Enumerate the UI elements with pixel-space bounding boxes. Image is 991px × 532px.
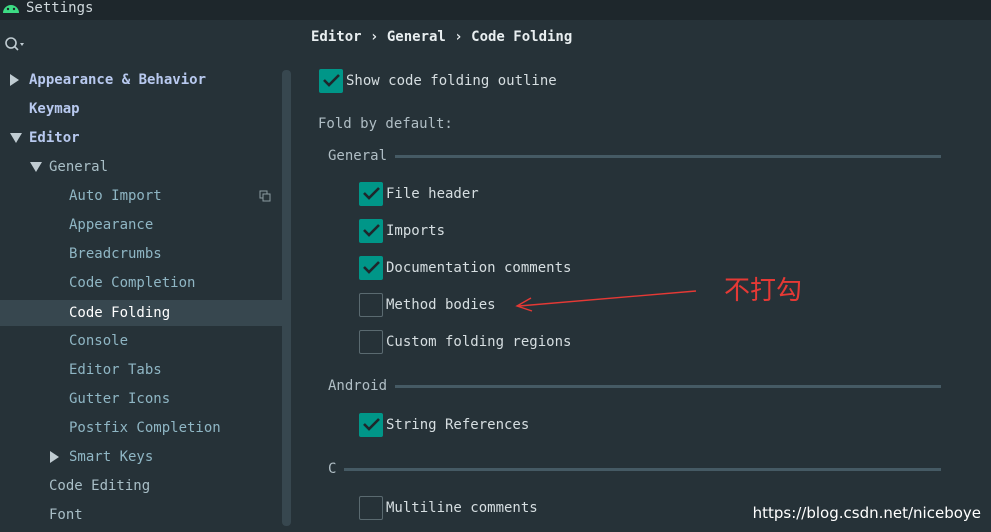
sidebar-item-code-editing[interactable]: Code Editing <box>0 473 291 499</box>
search-icon[interactable] <box>4 36 26 56</box>
sidebar-item-label: Console <box>69 333 129 349</box>
sidebar-item-label: Code Folding <box>69 305 171 321</box>
sidebar-item-console[interactable]: Console <box>0 328 291 354</box>
sidebar-item-appearance[interactable]: Appearance <box>0 212 291 238</box>
window-title: Settings <box>26 0 94 16</box>
sidebar-item-code-completion[interactable]: Code Completion <box>0 270 291 296</box>
sidebar-item-label: Auto Import <box>69 188 162 204</box>
sidebar-item-label: Breadcrumbs <box>69 246 162 262</box>
sidebar-item-general[interactable]: General <box>0 154 291 180</box>
sidebar-item-editor[interactable]: Editor <box>0 125 291 151</box>
collapse-arrow-icon[interactable] <box>30 162 42 172</box>
watermark: https://blog.csdn.net/niceboye <box>752 504 981 522</box>
settings-content: Editor › General › Code Folding Show cod… <box>291 20 991 532</box>
sidebar-item-font[interactable]: Font <box>0 502 291 528</box>
sidebar-item-label: Smart Keys <box>69 449 154 465</box>
sidebar-item-label: Appearance <box>69 217 154 233</box>
sidebar-item-breadcrumbs[interactable]: Breadcrumbs <box>0 241 291 267</box>
sidebar-item-label: Editor <box>29 130 80 146</box>
annotation-text: 不打勾 <box>724 276 803 306</box>
android-icon <box>2 3 20 17</box>
collapse-arrow-icon[interactable] <box>10 133 22 143</box>
sidebar-item-label: Editor Tabs <box>69 362 162 378</box>
sidebar-item-postfix-completion[interactable]: Postfix Completion <box>0 415 291 441</box>
expand-arrow-icon[interactable] <box>50 451 59 463</box>
sidebar-item-label: Gutter Icons <box>69 391 171 407</box>
title-bar: Settings <box>0 0 991 20</box>
copy-settings-icon <box>259 190 271 202</box>
sidebar-item-label: Keymap <box>29 101 80 117</box>
sidebar-item-label: Code Completion <box>69 275 196 291</box>
sidebar-item-label: Code Editing <box>49 478 151 494</box>
sidebar-item-editor-tabs[interactable]: Editor Tabs <box>0 357 291 383</box>
expand-arrow-icon[interactable] <box>10 74 19 86</box>
sidebar-search[interactable] <box>4 36 26 56</box>
sidebar-item-smart-keys[interactable]: Smart Keys <box>0 444 291 470</box>
sidebar-item-code-folding[interactable]: Code Folding <box>0 300 291 326</box>
sidebar-scrollbar[interactable] <box>282 70 291 526</box>
sidebar-item-label: Postfix Completion <box>69 420 221 436</box>
settings-sidebar: Appearance & Behavior Keymap Editor Gene… <box>0 20 291 532</box>
sidebar-item-label: General <box>49 159 109 175</box>
sidebar-item-gutter-icons[interactable]: Gutter Icons <box>0 386 291 412</box>
annotation-arrow-icon <box>515 290 697 312</box>
sidebar-item-appearance-behavior[interactable]: Appearance & Behavior <box>0 67 291 93</box>
sidebar-item-label: Appearance & Behavior <box>29 72 207 88</box>
sidebar-item-auto-import[interactable]: Auto Import <box>0 183 291 209</box>
sidebar-item-keymap[interactable]: Keymap <box>0 96 291 122</box>
sidebar-item-label: Font <box>49 507 83 523</box>
